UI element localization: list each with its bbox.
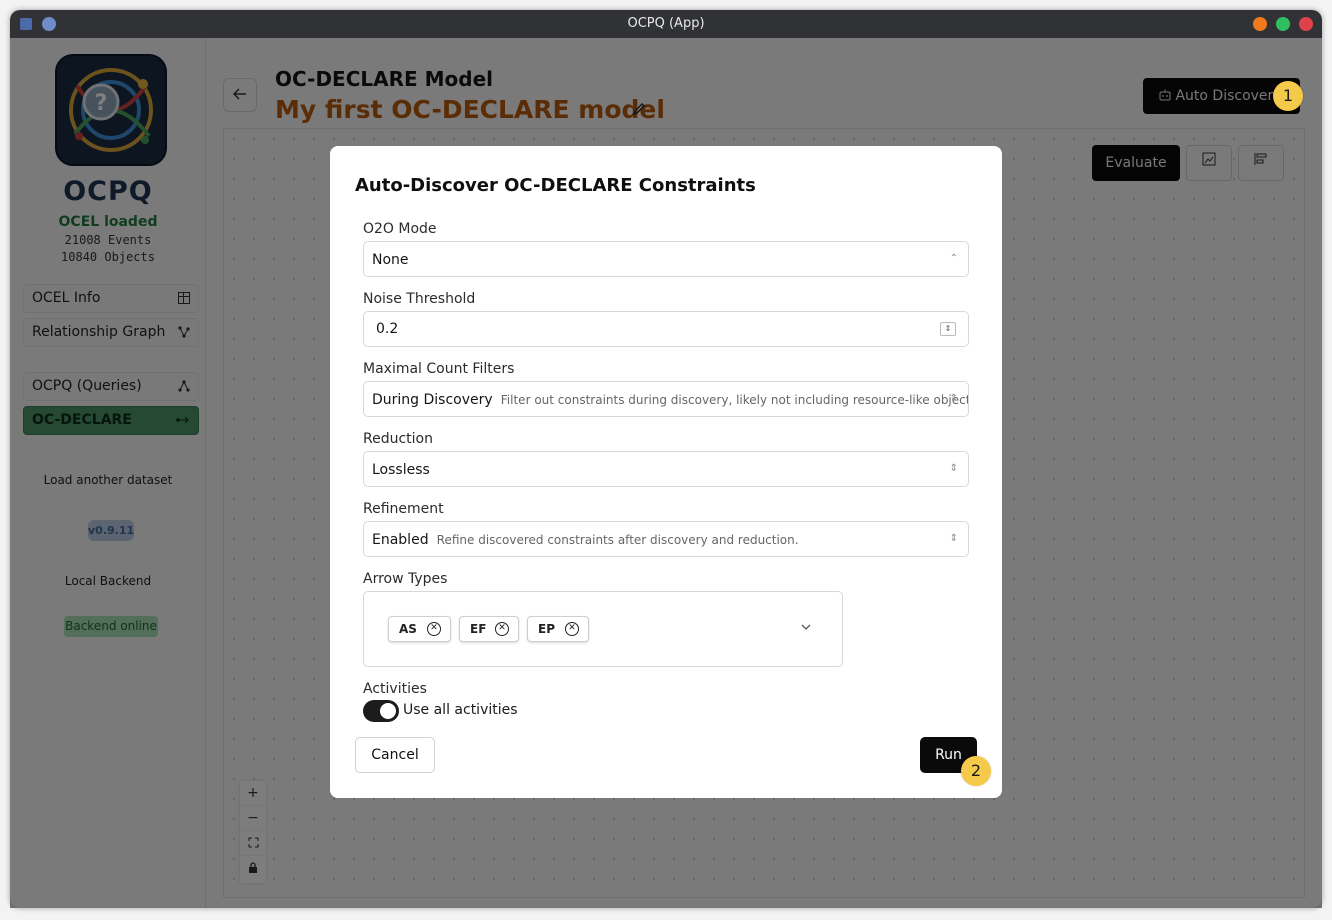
arrow-types-label: Arrow Types [363, 571, 448, 587]
select-chevron-icon: ⇕ [949, 393, 958, 404]
noise-threshold-input[interactable]: 0.2 ⇕ [363, 311, 969, 347]
remove-chip-icon[interactable]: ✕ [427, 622, 441, 636]
chip-as: AS ✕ [388, 616, 451, 642]
max-count-filters-label: Maximal Count Filters [363, 361, 515, 377]
reduction-value: Lossless [372, 462, 430, 478]
maximize-icon[interactable] [1276, 17, 1290, 31]
noise-threshold-label: Noise Threshold [363, 291, 476, 307]
refinement-value: Enabled [372, 532, 429, 548]
dialog-title: Auto-Discover OC-DECLARE Constraints [355, 175, 756, 196]
chevron-down-icon[interactable] [801, 619, 811, 633]
o2o-mode-value: None [372, 252, 409, 268]
close-icon[interactable] [1299, 17, 1313, 31]
chip-label: EF [470, 622, 487, 636]
refinement-label: Refinement [363, 501, 444, 517]
refinement-description: Refine discovered constraints after disc… [436, 533, 799, 547]
chip-ef: EF ✕ [459, 616, 519, 642]
arrow-types-multiselect[interactable]: AS ✕ EF ✕ EP ✕ [363, 591, 843, 667]
minimize-icon[interactable] [1253, 17, 1267, 31]
chip-label: EP [538, 622, 555, 636]
chip-ep: EP ✕ [527, 616, 589, 642]
o2o-mode-label: O2O Mode [363, 221, 437, 237]
step-marker-1: 1 [1273, 81, 1303, 111]
select-chevron-icon: ⇕ [949, 533, 958, 544]
use-all-activities-toggle[interactable] [363, 700, 399, 722]
remove-chip-icon[interactable]: ✕ [495, 622, 509, 636]
o2o-mode-select[interactable]: None ⌃ [363, 241, 969, 277]
max-count-filters-select[interactable]: During Discovery Filter out constraints … [363, 381, 969, 417]
window-title: OCPQ (App) [627, 16, 705, 31]
reduction-select[interactable]: Lossless ⇕ [363, 451, 969, 487]
remove-chip-icon[interactable]: ✕ [565, 622, 579, 636]
max-count-filters-description: Filter out constraints during discovery,… [500, 393, 969, 407]
max-count-filters-value: During Discovery [372, 392, 493, 408]
select-chevron-icon: ⌃ [949, 253, 958, 264]
refinement-select[interactable]: Enabled Refine discovered constraints af… [363, 521, 969, 557]
cancel-button[interactable]: Cancel [355, 737, 435, 773]
reduction-label: Reduction [363, 431, 433, 447]
select-chevron-icon: ⇕ [949, 463, 958, 474]
noise-threshold-value: 0.2 [376, 321, 399, 337]
use-all-activities-label: Use all activities [403, 702, 518, 718]
auto-discover-dialog: Auto-Discover OC-DECLARE Constraints O2O… [330, 146, 1002, 798]
number-stepper-icon[interactable]: ⇕ [940, 322, 956, 336]
toggle-knob [380, 703, 396, 719]
chip-label: AS [399, 622, 417, 636]
title-bar: OCPQ (App) [10, 10, 1322, 38]
step-marker-2: 2 [961, 756, 991, 786]
activities-label: Activities [363, 681, 427, 697]
